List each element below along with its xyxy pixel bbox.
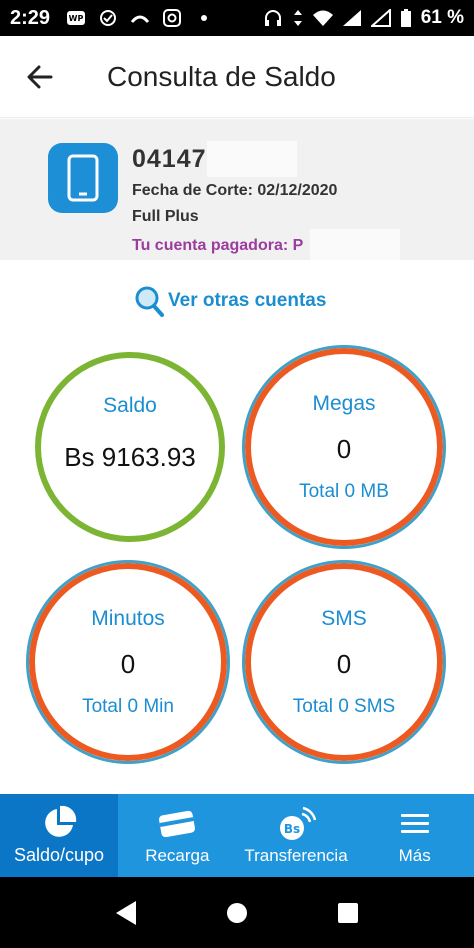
- battery-icon: [400, 9, 412, 27]
- nav-saldo-cupo[interactable]: Saldo/cupo: [0, 794, 118, 877]
- megas-label: Megas: [312, 391, 376, 415]
- saldo-label: Saldo: [103, 393, 157, 417]
- redaction-mask: [310, 229, 400, 260]
- svg-text:WP: WP: [69, 14, 84, 23]
- megas-value: 0: [336, 433, 352, 464]
- credit-card-icon: [157, 806, 197, 842]
- back-button[interactable]: [0, 36, 80, 118]
- svg-text:Bs: Bs: [284, 822, 300, 836]
- home-circle-icon[interactable]: [222, 898, 252, 928]
- saldo-circle[interactable]: Saldo Bs 9163.93: [35, 352, 225, 542]
- app-bar: Consulta de Saldo: [0, 36, 474, 118]
- system-nav-bar: [0, 877, 474, 948]
- notification-icons: WP: [66, 9, 214, 27]
- battery-percent: 61 %: [420, 7, 464, 28]
- sms-label: SMS: [321, 606, 367, 630]
- plan-name: Full Plus: [132, 208, 199, 225]
- ver-otras-label: Ver otras cuentas: [168, 290, 327, 311]
- recents-square-icon[interactable]: [333, 898, 363, 928]
- headphones-icon: [263, 9, 283, 27]
- search-icon: [135, 286, 164, 317]
- arrow-left-icon: [27, 65, 53, 88]
- sms-circle[interactable]: SMS 0 Total 0 SMS: [245, 563, 443, 761]
- pie-chart-icon: [39, 805, 79, 841]
- minutos-circle[interactable]: Minutos 0 Total 0 Min: [29, 563, 227, 761]
- redaction-mask: [207, 141, 297, 177]
- signal-app-icon: [98, 9, 118, 27]
- nav-recarga-label: Recarga: [145, 845, 210, 865]
- nav-mas-label: Más: [398, 845, 431, 865]
- menu-icon: [395, 806, 435, 842]
- minutos-total: Total 0 Min: [82, 695, 174, 717]
- nav-mas[interactable]: Más: [355, 794, 474, 877]
- nav-recarga[interactable]: Recarga: [118, 794, 237, 877]
- status-time: 2:29: [10, 6, 51, 29]
- system-status-icons: 61 %: [263, 7, 464, 29]
- minutos-value: 0: [120, 648, 136, 679]
- missed-call-icon: [130, 9, 150, 27]
- nav-transferencia-label: Transferencia: [244, 845, 348, 865]
- nav-saldo-cupo-label: Saldo/cupo: [13, 845, 105, 865]
- bottom-nav: Saldo/cupo Recarga Bs Transferencia Más: [0, 794, 474, 877]
- page-title: Consulta de Saldo: [107, 60, 336, 92]
- whatsapp-icon: WP: [66, 9, 86, 27]
- account-card: 04147 Fecha de Corte: 02/12/2020 Full Pl…: [0, 119, 474, 260]
- bs-transfer-icon: Bs: [276, 806, 316, 842]
- data-arrows-icon: [292, 9, 304, 27]
- back-triangle-icon[interactable]: [111, 898, 141, 928]
- ver-otras-cuentas-link[interactable]: Ver otras cuentas: [134, 285, 326, 317]
- wifi-icon: [312, 9, 333, 27]
- phone-icon: [48, 143, 118, 213]
- minutos-label: Minutos: [91, 606, 165, 630]
- nav-transferencia[interactable]: Bs Transferencia: [237, 794, 356, 877]
- sms-total: Total 0 SMS: [292, 695, 396, 717]
- megas-circle[interactable]: Megas 0 Total 0 MB: [245, 348, 443, 546]
- saldo-value: Bs 9163.93: [64, 441, 196, 472]
- cell-signal-icon: [342, 9, 362, 27]
- sms-value: 0: [336, 648, 352, 679]
- cuenta-pagadora: Tu cuenta pagadora: P: [132, 237, 304, 254]
- megas-total: Total 0 MB: [299, 480, 389, 502]
- instagram-icon: [162, 9, 182, 27]
- dot-icon: [194, 9, 214, 27]
- fecha-corte: Fecha de Corte: 02/12/2020: [132, 182, 338, 199]
- status-bar: 2:29 WP 61 %: [0, 0, 474, 36]
- cell-signal-icon-2: [369, 7, 391, 27]
